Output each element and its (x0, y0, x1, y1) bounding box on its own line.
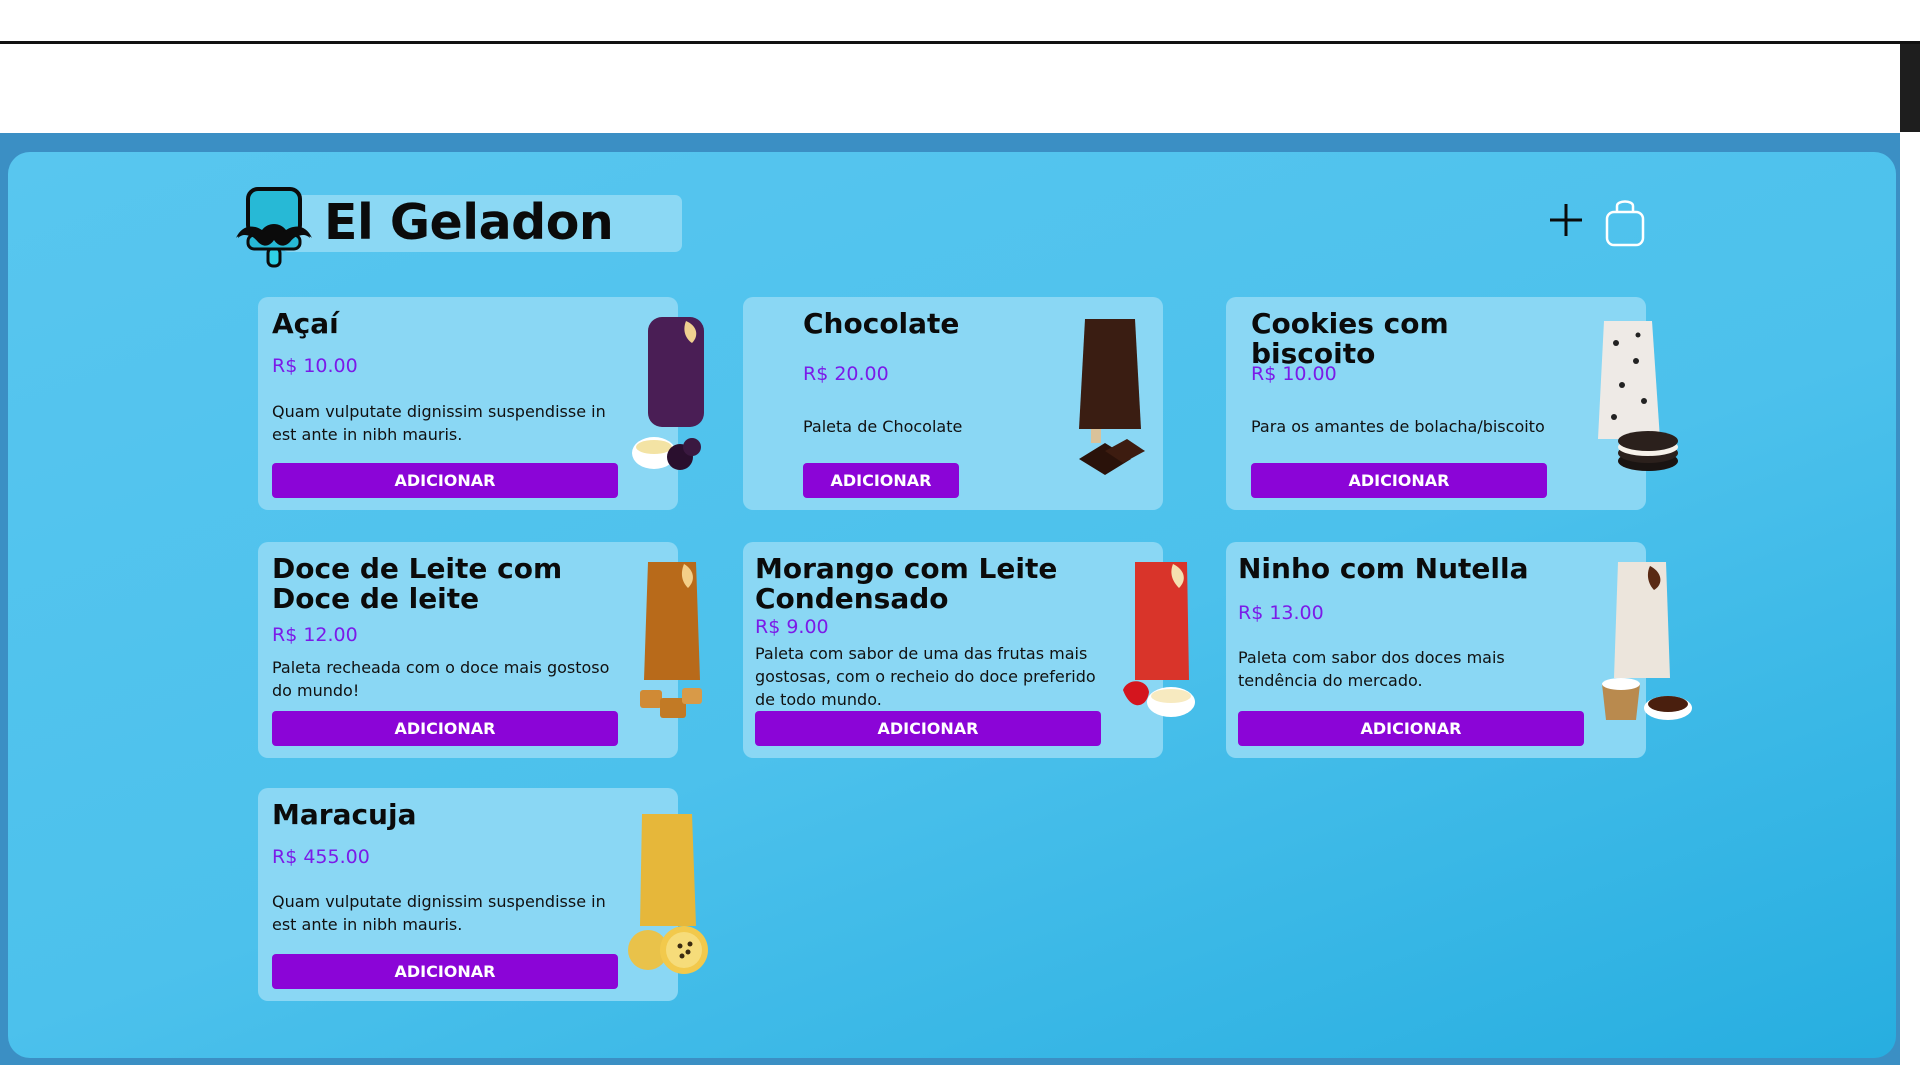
product-description: Paleta de Chocolate (803, 417, 963, 436)
product-description: Paleta com sabor de uma das frutas mais … (755, 644, 1096, 709)
mustache-popsicle-icon[interactable] (234, 186, 314, 270)
product-description: Paleta com sabor dos doces mais tendênci… (1238, 648, 1505, 690)
product-name: Morango com Leite Condensado (755, 552, 1058, 615)
product-price: R$ 12.00 (272, 624, 358, 646)
add-to-cart-button[interactable]: ADICIONAR (272, 954, 618, 989)
product-price: R$ 10.00 (1251, 363, 1337, 385)
product-price: R$ 13.00 (1238, 602, 1324, 624)
product-price: R$ 455.00 (272, 846, 370, 868)
shopping-bag-icon[interactable] (1604, 196, 1646, 248)
product-name: Chocolate (803, 307, 960, 340)
passion-fruit-popsicle-icon (626, 814, 716, 988)
scrollbar-thumb[interactable] (1900, 44, 1920, 132)
add-to-cart-button[interactable]: ADICIONAR (755, 711, 1101, 746)
product-description: Quam vulputate dignissim suspendisse in … (272, 892, 606, 934)
product-card: Cookies com biscoito R$ 10.00 Para os am… (1226, 297, 1678, 510)
add-to-cart-button[interactable]: ADICIONAR (272, 711, 618, 746)
product-price: R$ 20.00 (803, 363, 889, 385)
product-card: Doce de Leite com Doce de leite R$ 12.00… (258, 542, 702, 758)
product-description: Quam vulputate dignissim suspendisse in … (272, 402, 606, 444)
acai-popsicle-icon (630, 317, 720, 491)
product-description: Paleta recheada com o doce mais gostoso … (272, 658, 610, 700)
product-name: Maracuja (272, 798, 417, 831)
product-price: R$ 9.00 (755, 616, 829, 638)
product-card: Ninho com Nutella R$ 13.00 Paleta com sa… (1226, 542, 1692, 758)
product-name: Ninho com Nutella (1238, 552, 1529, 585)
browser-top-bar (0, 0, 1920, 44)
plus-icon[interactable] (1548, 202, 1584, 238)
add-to-cart-button[interactable]: ADICIONAR (1251, 463, 1547, 498)
scrollbar[interactable] (1900, 44, 1920, 1074)
product-name: Açaí (272, 307, 339, 340)
brand-name[interactable]: El Geladon (324, 190, 614, 256)
product-card: Chocolate R$ 20.00 Paleta de Chocolate A… (743, 297, 1163, 510)
add-to-cart-button[interactable]: ADICIONAR (272, 463, 618, 498)
product-card: Maracuja R$ 455.00 Quam vulputate dignis… (258, 788, 708, 1001)
product-name: Cookies com biscoito (1251, 307, 1449, 370)
product-description: Para os amantes de bolacha/biscoito (1251, 417, 1545, 436)
bottom-strip (0, 1065, 1920, 1080)
doce-de-leite-popsicle-icon (630, 560, 720, 734)
ninho-nutella-popsicle-icon (1596, 560, 1696, 734)
strawberry-popsicle-icon (1121, 560, 1211, 734)
cookies-popsicle-icon (1588, 321, 1688, 495)
chocolate-popsicle-icon (1065, 319, 1155, 493)
product-card: Açaí R$ 10.00 Quam vulputate dignissim s… (258, 297, 704, 510)
product-card: Morango com Leite Condensado R$ 9.00 Pal… (743, 542, 1195, 758)
add-to-cart-button[interactable]: ADICIONAR (803, 463, 959, 498)
product-name: Doce de Leite com Doce de leite (272, 552, 563, 615)
product-price: R$ 10.00 (272, 355, 358, 377)
add-to-cart-button[interactable]: ADICIONAR (1238, 711, 1584, 746)
